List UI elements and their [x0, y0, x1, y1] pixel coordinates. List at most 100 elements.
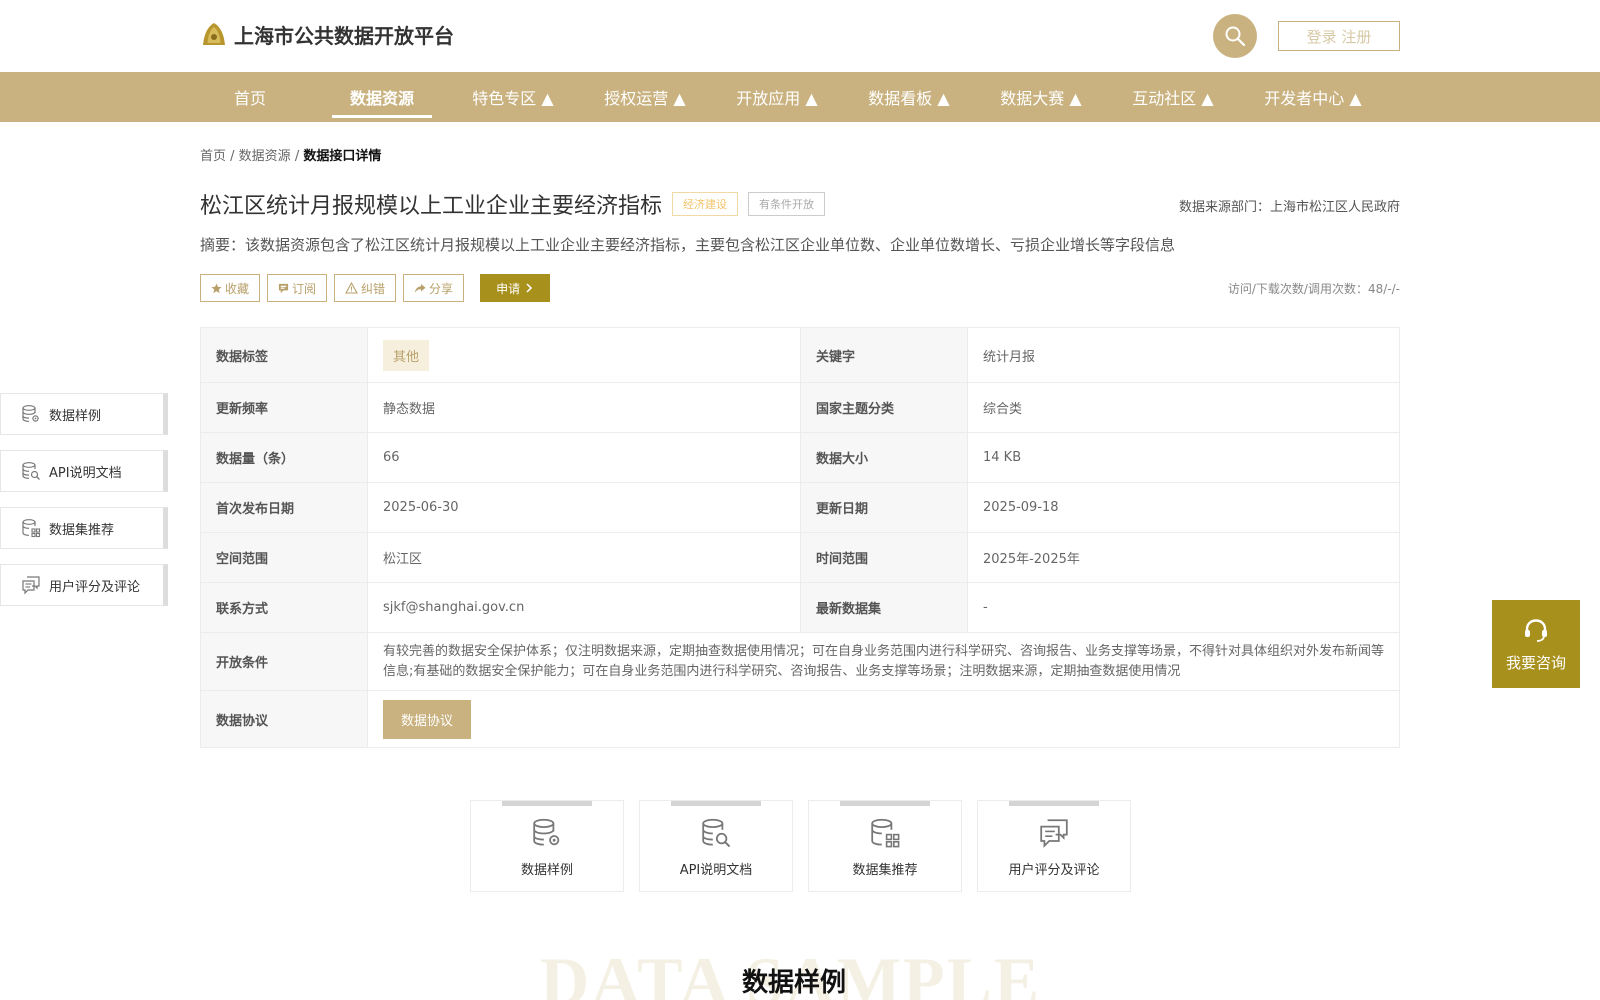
star-icon — [211, 282, 222, 293]
table-row: 开放条件 有较完善的数据安全保护体系；仅注明数据来源，定期抽查数据使用情况；可在… — [200, 632, 1400, 691]
row-label: 数据大小 — [800, 432, 968, 483]
row-label: 最新数据集 — [800, 582, 968, 633]
domain-tag: 经济建设 — [672, 192, 739, 216]
apply-button[interactable]: 申请 — [480, 274, 551, 302]
row-label: 数据协议 — [200, 690, 368, 748]
table-row: 数据协议 数据协议 — [200, 690, 1400, 748]
row-value: 静态数据 — [367, 382, 801, 433]
side-nav-label: 数据集推荐 — [49, 522, 115, 538]
logo-icon — [203, 22, 225, 45]
row-value: 66 — [367, 432, 801, 483]
share-label: 分享 — [429, 281, 454, 296]
nav-authorized-operation[interactable]: 授权运营 ▲ — [594, 72, 696, 122]
section-cards: 数据样例 API说明文档 数据集推荐 用户评分及评论 — [470, 800, 1146, 892]
breadcrumb-data-resources[interactable]: 数据资源 — [239, 149, 291, 164]
row-label: 更新日期 — [800, 482, 968, 533]
nav-data-dashboard[interactable]: 数据看板 ▲ — [858, 72, 960, 122]
title-row: 松江区统计月报规模以上工业企业主要经济指标 经济建设 有条件开放 — [200, 188, 826, 220]
table-row: 数据标签 其他 关键字 统计月报 — [200, 327, 1400, 383]
database-gear-icon — [533, 818, 560, 846]
favorite-button[interactable]: 收藏 — [200, 274, 261, 302]
side-nav-user-reviews[interactable]: 用户评分及评论 — [0, 564, 168, 606]
site-logo[interactable]: 上海市公共数据开放平台 — [200, 20, 454, 49]
row-value: 14 KB — [967, 432, 1400, 483]
chevron-right-icon — [526, 283, 533, 293]
breadcrumb-separator: / — [226, 149, 239, 164]
row-label: 数据标签 — [200, 327, 368, 383]
open-type-tag: 有条件开放 — [748, 192, 826, 216]
nav-featured-zone[interactable]: 特色专区 ▲ — [462, 72, 564, 122]
row-label: 数据量（条） — [200, 432, 368, 483]
card-label: 数据样例 — [520, 863, 573, 878]
row-label: 首次发布日期 — [200, 482, 368, 533]
card-top-bar — [1009, 801, 1099, 806]
row-value: 统计月报 — [967, 327, 1400, 383]
row-value: 其他 — [367, 327, 801, 383]
table-row: 更新频率 静态数据 国家主题分类 综合类 — [200, 382, 1400, 433]
share-icon — [414, 283, 426, 293]
row-value: 2025-06-30 — [367, 482, 801, 533]
breadcrumb: 首页 / 数据资源 / 数据接口详情 — [200, 145, 381, 164]
subscribe-button[interactable]: 订阅 — [267, 274, 328, 302]
card-label: 用户评分及评论 — [1008, 863, 1100, 878]
nav-open-apps[interactable]: 开放应用 ▲ — [726, 72, 828, 122]
visit-stats: 访问/下载次数/调用次数：48/-/- — [1227, 282, 1400, 296]
side-nav: 数据样例 API说明文档 数据集推荐 用户评分及评论 — [0, 393, 168, 621]
database-search-icon — [22, 462, 40, 480]
row-value: 松江区 — [367, 532, 801, 583]
side-nav-data-sample[interactable]: 数据样例 — [0, 393, 168, 435]
breadcrumb-current: 数据接口详情 — [303, 149, 382, 164]
table-row: 数据量（条） 66 数据大小 14 KB — [200, 432, 1400, 483]
row-value: 数据协议 — [367, 690, 1400, 748]
side-nav-label: 用户评分及评论 — [49, 579, 141, 595]
breadcrumb-home[interactable]: 首页 — [200, 149, 226, 164]
row-label: 国家主题分类 — [800, 382, 968, 433]
card-top-bar — [671, 801, 761, 806]
main-nav: 首页 数据资源 特色专区 ▲ 授权运营 ▲ 开放应用 ▲ 数据看板 ▲ 数据大赛… — [0, 72, 1600, 122]
card-api-doc[interactable]: API说明文档 — [639, 800, 793, 892]
headset-icon — [1525, 618, 1547, 642]
row-label: 空间范围 — [200, 532, 368, 583]
share-button[interactable]: 分享 — [403, 274, 465, 302]
report-error-button[interactable]: 纠错 — [334, 274, 397, 302]
consult-button[interactable]: 我要咨询 — [1492, 600, 1580, 688]
nav-home[interactable]: 首页 — [220, 72, 280, 122]
dataset-info-table: 数据标签 其他 关键字 统计月报 更新频率 静态数据 国家主题分类 综合类 数据… — [200, 327, 1400, 748]
subscribe-icon — [278, 283, 289, 293]
card-label: 数据集推荐 — [852, 863, 918, 878]
card-dataset-recommend[interactable]: 数据集推荐 — [808, 800, 962, 892]
warning-icon — [345, 282, 358, 294]
nav-data-competition[interactable]: 数据大赛 ▲ — [990, 72, 1092, 122]
comment-icon — [22, 576, 40, 595]
login-register-button[interactable]: 登录 注册 — [1278, 21, 1400, 51]
search-button[interactable] — [1213, 14, 1257, 58]
side-nav-label: API说明文档 — [49, 465, 122, 481]
top-header: 上海市公共数据开放平台 登录 注册 — [0, 0, 1600, 72]
breadcrumb-separator: / — [290, 149, 304, 164]
table-row: 空间范围 松江区 时间范围 2025年-2025年 — [200, 532, 1400, 583]
nav-data-resources[interactable]: 数据资源 — [332, 72, 432, 122]
subscribe-label: 订阅 — [292, 281, 317, 296]
database-grid-icon — [871, 818, 900, 848]
row-label: 开放条件 — [200, 632, 368, 691]
search-icon — [1225, 26, 1246, 47]
row-value: 2025年-2025年 — [967, 532, 1400, 583]
row-label: 时间范围 — [800, 532, 968, 583]
open-conditions-text: 有较完善的数据安全保护体系；仅注明数据来源，定期抽查数据使用情况；可在自身业务范… — [367, 632, 1400, 691]
data-tag-pill[interactable]: 其他 — [383, 339, 430, 371]
card-user-reviews[interactable]: 用户评分及评论 — [977, 800, 1131, 892]
database-search-icon — [702, 818, 731, 848]
data-protocol-button[interactable]: 数据协议 — [383, 699, 472, 739]
table-row: 首次发布日期 2025-06-30 更新日期 2025-09-18 — [200, 482, 1400, 533]
nav-community[interactable]: 互动社区 ▲ — [1122, 72, 1224, 122]
side-nav-dataset-recommend[interactable]: 数据集推荐 — [0, 507, 168, 549]
database-grid-icon — [22, 519, 41, 538]
report-error-label: 纠错 — [361, 281, 386, 296]
nav-developer-center[interactable]: 开发者中心 ▲ — [1254, 72, 1372, 122]
row-value: 综合类 — [967, 382, 1400, 433]
side-nav-api-doc[interactable]: API说明文档 — [0, 450, 168, 492]
card-data-sample[interactable]: 数据样例 — [470, 800, 624, 892]
page-title: 松江区统计月报规模以上工业企业主要经济指标 — [200, 194, 663, 219]
comment-icon — [1040, 819, 1068, 848]
card-top-bar — [502, 801, 592, 806]
